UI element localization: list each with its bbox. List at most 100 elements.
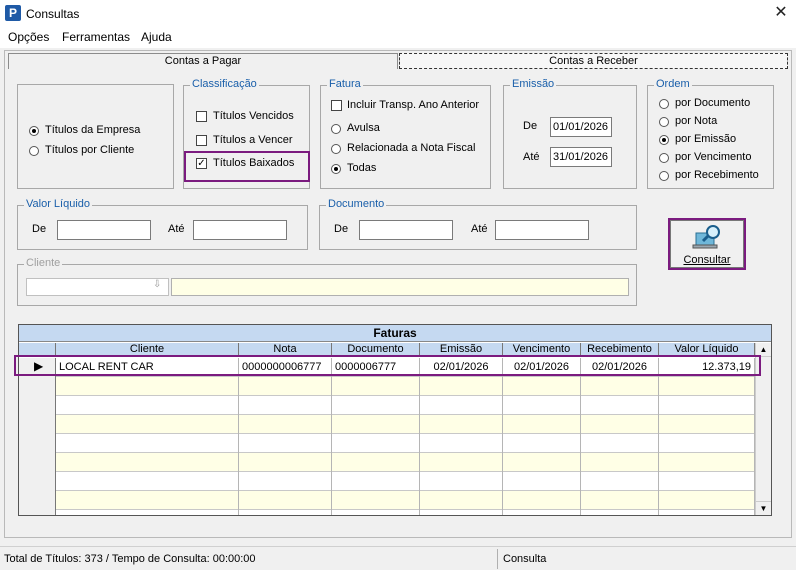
valor-liquido-group: Valor Líquido De Até	[17, 198, 308, 250]
radio-titulos-empresa[interactable]	[29, 126, 39, 136]
empty-cell	[239, 415, 332, 434]
window-title: Consultas	[26, 7, 80, 21]
empty-cell	[332, 491, 420, 510]
empty-cell	[239, 510, 332, 515]
row-indicator	[19, 453, 56, 472]
emissao-ate-label: Até	[523, 151, 540, 163]
empty-cell	[332, 377, 420, 396]
row-indicator	[19, 491, 56, 510]
app-icon: P	[5, 5, 21, 21]
radio-por-nota[interactable]	[659, 117, 669, 127]
avulsa-label: Avulsa	[347, 122, 380, 134]
scroll-down-icon[interactable]: ▼	[756, 501, 771, 515]
empty-cell	[503, 453, 581, 472]
empty-cell	[659, 472, 755, 491]
valor-liquido-legend: Valor Líquido	[24, 198, 93, 210]
cliente-legend: Cliente	[24, 257, 63, 269]
documento-legend: Documento	[326, 198, 387, 210]
empty-cell	[659, 377, 755, 396]
empty-cell	[420, 472, 503, 491]
empty-cell	[503, 472, 581, 491]
empty-cell	[239, 453, 332, 472]
row-indicator	[19, 434, 56, 453]
empty-cell	[420, 453, 503, 472]
status-left: Total de Títulos: 373 / Tempo de Consult…	[4, 553, 256, 565]
status-divider	[497, 549, 498, 569]
documento-ate-input[interactable]	[495, 220, 589, 240]
cliente-group: Cliente ⇩	[17, 257, 637, 306]
empty-cell	[503, 377, 581, 396]
radio-avulsa[interactable]	[331, 124, 341, 134]
menu-opcoes[interactable]: Opções	[8, 30, 49, 44]
titulos-a-vencer-label: Títulos a Vencer	[213, 134, 293, 146]
radio-por-documento[interactable]	[659, 99, 669, 109]
empty-cell	[56, 491, 239, 510]
titulos-cliente-label: Títulos por Cliente	[45, 144, 135, 156]
faturas-grid: Faturas Cliente Nota Documento Emissão V…	[18, 324, 772, 516]
radio-titulos-cliente[interactable]	[29, 146, 39, 156]
empty-cell	[332, 415, 420, 434]
empty-cell	[239, 491, 332, 510]
empty-cell	[659, 415, 755, 434]
empty-cell	[420, 491, 503, 510]
ordem-legend: Ordem	[654, 78, 692, 90]
checkbox-titulos-a-vencer[interactable]	[196, 135, 207, 146]
empty-cell	[420, 510, 503, 515]
empty-cell	[659, 396, 755, 415]
empty-cell	[503, 510, 581, 515]
radio-todas[interactable]	[331, 164, 341, 174]
titulos-vencidos-label: Títulos Vencidos	[213, 110, 294, 122]
emissao-de-label: De	[523, 120, 538, 132]
emissao-de-input[interactable]: 01/01/2026	[550, 117, 612, 137]
tab-contas-a-pagar[interactable]: Contas a Pagar	[8, 53, 398, 69]
tab-contas-a-receber[interactable]: Contas a Receber	[399, 53, 788, 69]
menu-ajuda[interactable]: Ajuda	[141, 30, 172, 44]
menu-ferramentas[interactable]: Ferramentas	[62, 30, 130, 44]
empty-cell	[659, 491, 755, 510]
highlight-selected-row	[14, 355, 761, 376]
menu-bar: Opções Ferramentas Ajuda	[0, 28, 796, 48]
empty-cell	[420, 396, 503, 415]
emissao-group: Emissão De 01/01/2026 Até 31/01/2026	[503, 78, 637, 189]
empty-cell	[420, 377, 503, 396]
empty-cell	[503, 434, 581, 453]
dropdown-arrow-icon[interactable]: ⇩	[153, 279, 161, 290]
classificacao-legend: Classificação	[190, 78, 259, 90]
grid-title: Faturas	[19, 325, 771, 342]
radio-por-emissao[interactable]	[659, 135, 669, 145]
empty-cell	[581, 396, 659, 415]
por-vencimento-label: por Vencimento	[675, 151, 752, 163]
por-documento-label: por Documento	[675, 97, 751, 109]
row-indicator	[19, 377, 56, 396]
empty-cell	[56, 415, 239, 434]
emissao-legend: Emissão	[510, 78, 557, 90]
valor-de-label: De	[32, 223, 47, 235]
empty-row	[19, 491, 755, 510]
checkbox-incluir-transp[interactable]	[331, 100, 342, 111]
radio-relacionada-nf[interactable]	[331, 144, 341, 154]
empty-cell	[56, 377, 239, 396]
emissao-ate-input[interactable]: 31/01/2026	[550, 147, 612, 167]
radio-por-vencimento[interactable]	[659, 153, 669, 163]
relacionada-nf-label: Relacionada a Nota Fiscal	[347, 142, 476, 154]
checkbox-titulos-vencidos[interactable]	[196, 111, 207, 122]
close-icon[interactable]: ✕	[772, 4, 790, 22]
empty-cell	[420, 434, 503, 453]
empty-cell	[239, 396, 332, 415]
documento-de-input[interactable]	[359, 220, 453, 240]
cliente-name-input[interactable]	[171, 278, 629, 296]
valor-de-input[interactable]	[57, 220, 151, 240]
empty-cell	[239, 434, 332, 453]
row-indicator	[19, 472, 56, 491]
empty-cell	[56, 472, 239, 491]
cliente-code-input[interactable]	[26, 278, 169, 296]
valor-ate-input[interactable]	[193, 220, 287, 240]
radio-por-recebimento[interactable]	[659, 171, 669, 181]
empty-cell	[581, 491, 659, 510]
empty-cell	[332, 472, 420, 491]
empty-row	[19, 377, 755, 396]
por-recebimento-label: por Recebimento	[675, 169, 759, 181]
empty-cell	[332, 434, 420, 453]
empty-row	[19, 472, 755, 491]
empty-cell	[581, 453, 659, 472]
